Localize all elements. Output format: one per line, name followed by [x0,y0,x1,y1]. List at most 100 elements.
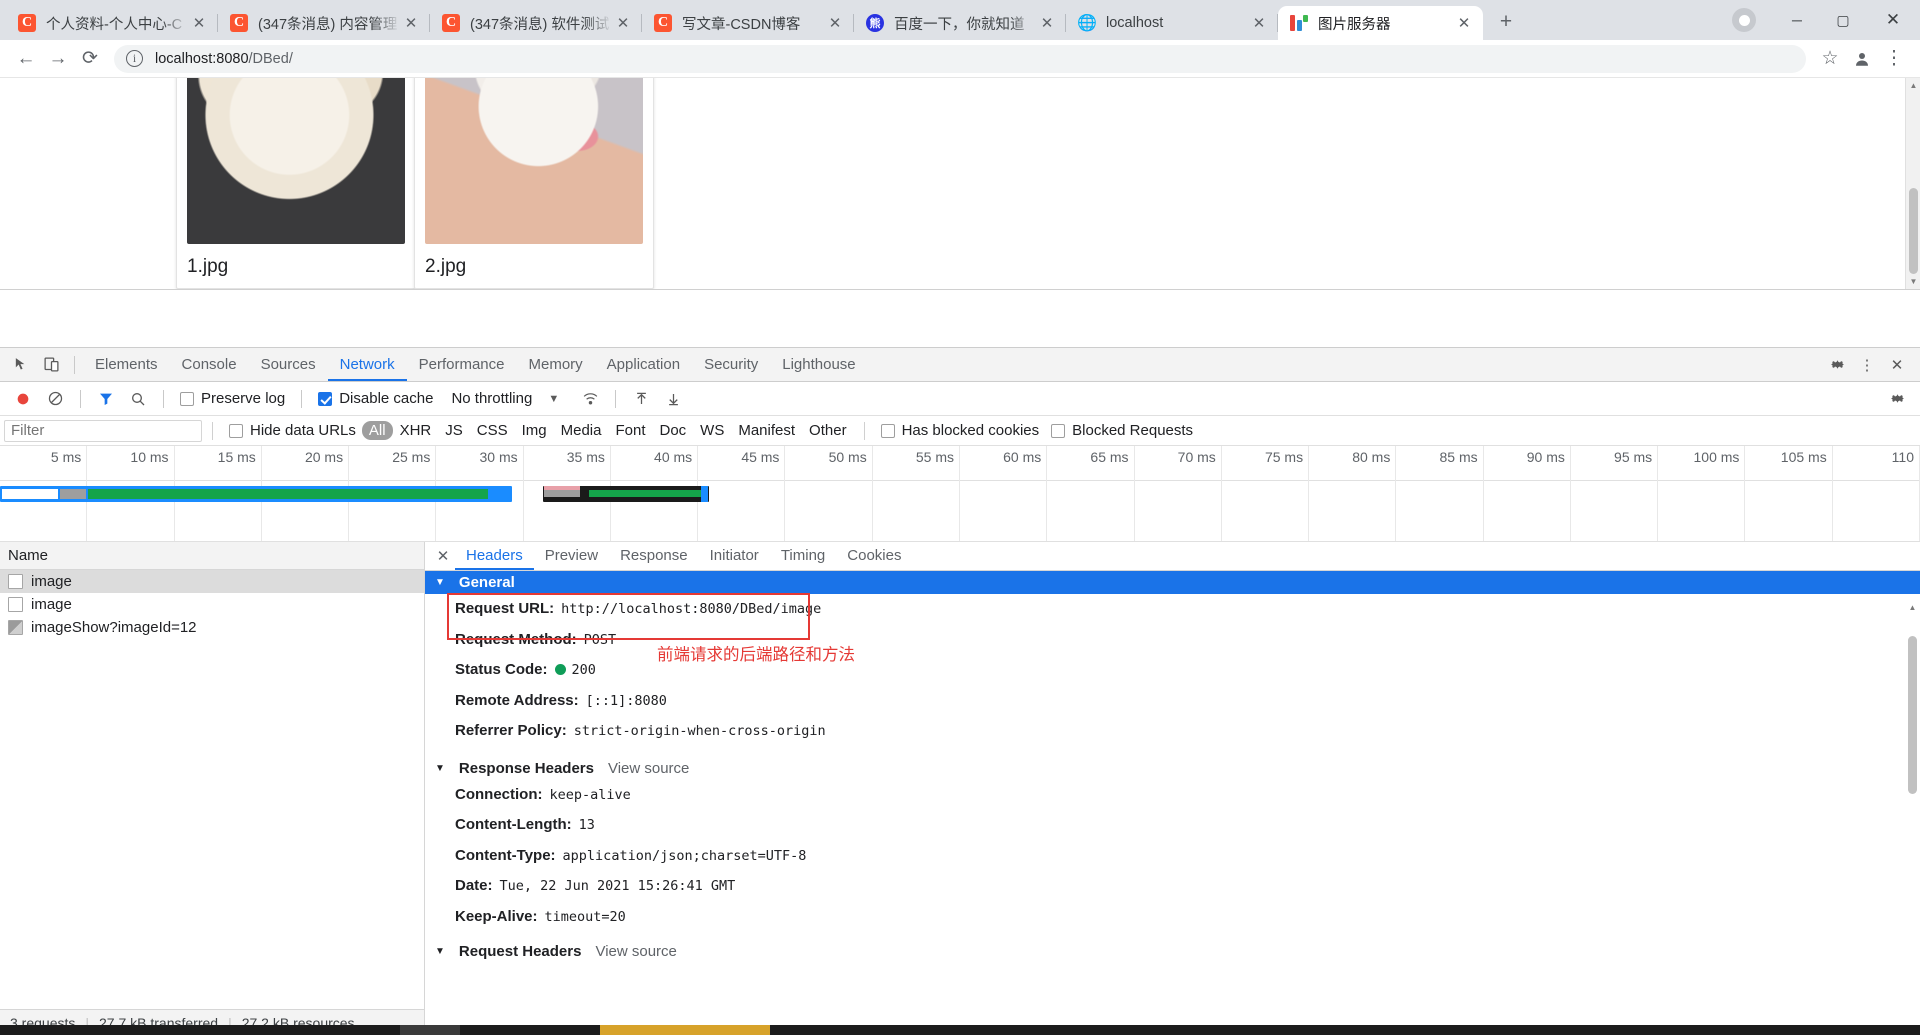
device-toolbar-icon[interactable] [36,350,66,380]
filter-funnel-icon[interactable] [91,385,121,413]
browser-tab-5[interactable]: 熊 百度一下，你就知道 ✕ [854,6,1066,40]
window-close-button[interactable]: ✕ [1866,0,1920,40]
filter-type-js[interactable]: JS [438,421,470,440]
filter-type-media[interactable]: Media [554,421,609,440]
request-headers-section-header[interactable]: ▼ Request Headers View source [425,940,1920,963]
tab-close-icon[interactable]: ✕ [188,12,210,34]
has-blocked-cookies-checkbox[interactable]: Has blocked cookies [875,422,1046,439]
detail-tab-timing[interactable]: Timing [770,542,836,570]
browser-menu-icon[interactable]: ⋮ [1878,43,1910,75]
new-tab-button[interactable]: + [1491,7,1521,37]
back-arrow-icon[interactable]: ← [10,43,42,75]
window-minimize-button[interactable]: ─ [1774,0,1820,40]
forward-arrow-icon[interactable]: → [42,43,74,75]
filter-type-other[interactable]: Other [802,421,854,440]
table-row[interactable]: image [0,593,424,616]
detail-tab-initiator[interactable]: Initiator [699,542,770,570]
detail-tab-headers[interactable]: Headers [455,542,534,570]
devtools-tab-lighthouse[interactable]: Lighthouse [770,348,867,381]
filter-type-ws[interactable]: WS [693,421,731,440]
view-source-link[interactable]: View source [595,943,676,960]
filter-type-css[interactable]: CSS [470,421,515,440]
filter-type-font[interactable]: Font [608,421,652,440]
throttling-select[interactable]: No throttling [451,390,532,407]
image-thumbnail[interactable] [425,78,643,244]
triangle-down-icon[interactable]: ▼ [435,577,445,588]
image-thumbnail[interactable] [187,78,405,244]
devtools-tab-security[interactable]: Security [692,348,770,381]
disable-cache-checkbox[interactable]: Disable cache [312,390,439,407]
tab-close-icon[interactable]: ✕ [1248,12,1270,34]
browser-tab-3[interactable]: C (347条消息) 软件测试 ✕ [430,6,642,40]
view-source-link[interactable]: View source [608,760,689,777]
hide-data-urls-checkbox[interactable]: Hide data URLs [223,422,362,439]
checkbox-box[interactable] [180,391,194,406]
filter-type-doc[interactable]: Doc [652,421,693,440]
devtools-tab-elements[interactable]: Elements [83,348,170,381]
checkbox-box[interactable] [318,391,333,406]
devtools-tab-network[interactable]: Network [328,348,407,381]
tab-close-icon[interactable]: ✕ [1453,12,1475,34]
page-scrollbar[interactable]: ▲ ▼ [1905,78,1920,289]
bookmark-star-icon[interactable]: ☆ [1814,43,1846,75]
checkbox-box[interactable] [1051,423,1066,438]
taskbar-item[interactable] [600,1025,770,1035]
tab-close-icon[interactable]: ✕ [824,12,846,34]
chevron-down-icon[interactable]: ▼ [548,393,559,405]
filter-type-manifest[interactable]: Manifest [731,421,802,440]
browser-tab-7-active[interactable]: 图片服务器 ✕ [1278,6,1483,40]
reload-icon[interactable]: ⟳ [74,43,106,75]
tab-close-icon[interactable]: ✕ [612,12,634,34]
image-card-2[interactable]: 2.jpg [414,78,654,289]
triangle-down-icon[interactable]: ▼ [435,763,445,774]
tab-close-icon[interactable]: ✕ [400,12,422,34]
response-headers-section-header[interactable]: ▼ Response Headers View source [425,757,1920,780]
search-icon[interactable] [123,385,153,413]
devtools-tab-application[interactable]: Application [595,348,692,381]
user-avatar-icon[interactable] [1732,8,1756,32]
checkbox-box[interactable] [229,423,243,438]
blocked-requests-checkbox[interactable]: Blocked Requests [1045,422,1199,439]
network-conditions-icon[interactable] [575,385,605,413]
devtools-tab-console[interactable]: Console [170,348,249,381]
table-row[interactable]: imageShow?imageId=12 [0,616,424,639]
filter-type-xhr[interactable]: XHR [393,421,439,440]
filter-type-all[interactable]: All [361,421,393,440]
scrollbar-thumb[interactable] [1909,188,1918,274]
scrollbar-thumb[interactable] [1908,636,1917,794]
taskbar-item[interactable] [400,1025,460,1035]
browser-tab-6[interactable]: 🌐 localhost ✕ [1066,6,1278,40]
checkbox-box[interactable] [880,423,895,438]
filter-input[interactable]: Filter [4,419,202,442]
clear-icon[interactable] [40,385,70,413]
browser-tab-1[interactable]: C 个人资料-个人中心-C ✕ [6,6,218,40]
network-settings-gear-icon[interactable] [1882,385,1912,413]
inspect-element-icon[interactable] [6,350,36,380]
close-icon[interactable]: ✕ [1882,350,1912,380]
devtools-tab-sources[interactable]: Sources [249,348,328,381]
kebab-menu-icon[interactable]: ⋮ [1852,350,1882,380]
request-list-header[interactable]: Name [0,542,424,570]
browser-tab-4[interactable]: C 写文章-CSDN博客 ✕ [642,6,854,40]
profile-icon[interactable] [1846,43,1878,75]
site-info-icon[interactable]: i [126,50,143,67]
detail-tab-cookies[interactable]: Cookies [836,542,912,570]
detail-scrollbar[interactable]: ▲ ▼ [1905,600,1920,1035]
browser-tab-2[interactable]: C (347条消息) 内容管理 ✕ [218,6,430,40]
scroll-up-arrow-icon[interactable]: ▲ [1905,600,1920,615]
filter-type-img[interactable]: Img [515,421,554,440]
scroll-up-arrow-icon[interactable]: ▲ [1906,78,1920,93]
detail-tab-response[interactable]: Response [609,542,699,570]
preserve-log-checkbox[interactable]: Preserve log [174,390,291,407]
export-har-icon[interactable] [658,385,688,413]
address-bar[interactable]: i localhost:8080/DBed/ [114,44,1806,73]
window-maximize-button[interactable]: ▢ [1820,0,1866,40]
devtools-tab-performance[interactable]: Performance [407,348,517,381]
general-section-header[interactable]: ▼ General [425,571,1920,594]
devtools-tab-memory[interactable]: Memory [517,348,595,381]
table-row[interactable]: image [0,570,424,593]
import-har-icon[interactable] [626,385,656,413]
gear-icon[interactable] [1822,350,1852,380]
scroll-down-arrow-icon[interactable]: ▼ [1906,274,1920,289]
detail-tab-preview[interactable]: Preview [534,542,609,570]
